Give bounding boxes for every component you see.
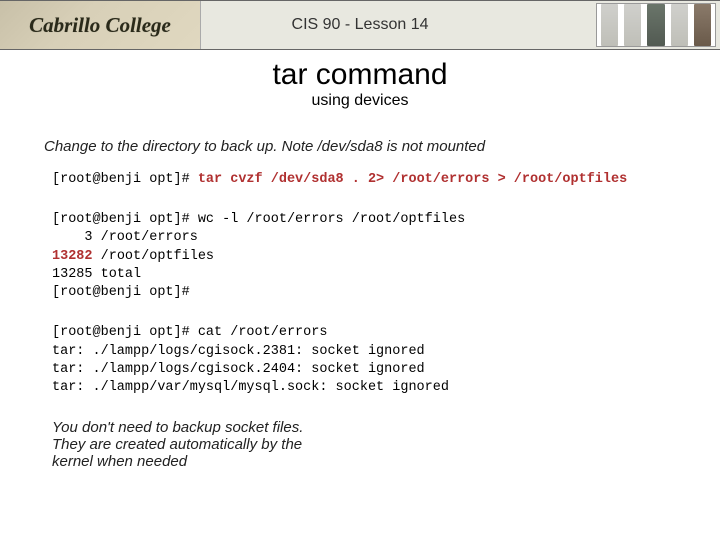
pillar-icon — [624, 4, 641, 46]
closing-note: You don't need to backup socket files. T… — [52, 419, 412, 470]
highlighted-count: 13282 — [52, 249, 93, 264]
pillar-icon — [647, 4, 664, 46]
slide-title: tar command — [22, 58, 698, 92]
term-line: 3 /root/errors — [52, 230, 198, 245]
term-line: [root@benji opt]# wc -l /root/errors /ro… — [52, 212, 465, 227]
term-line: tar: ./lampp/logs/cgisock.2404: socket i… — [52, 362, 425, 377]
tar-command: tar cvzf /dev/sda8 . 2> /root/errors > /… — [198, 172, 627, 187]
closing-note-line: They are created automatically by the — [52, 436, 302, 453]
intro-note: Change to the directory to back up. Note… — [44, 138, 676, 155]
terminal-block-3: [root@benji opt]# cat /root/errors tar: … — [52, 324, 698, 397]
slide-header: Cabrillo College CIS 90 - Lesson 14 — [0, 0, 720, 50]
slide-content: tar command using devices Change to the … — [0, 58, 720, 470]
pillar-icon — [601, 4, 618, 46]
closing-note-line: You don't need to backup socket files. — [52, 419, 303, 436]
term-line: [root@benji opt]# — [52, 285, 190, 300]
pillar-icon — [694, 4, 711, 46]
pillar-icon — [671, 4, 688, 46]
term-line: /root/optfiles — [93, 249, 215, 264]
shell-prompt: [root@benji opt]# — [52, 172, 198, 187]
term-line: [root@benji opt]# cat /root/errors — [52, 325, 327, 340]
header-photo — [596, 3, 716, 47]
college-logo-text: Cabrillo College — [29, 13, 171, 38]
terminal-block-1: [root@benji opt]# tar cvzf /dev/sda8 . 2… — [52, 171, 698, 189]
closing-note-line: kernel when needed — [52, 453, 187, 470]
slide-subtitle: using devices — [22, 92, 698, 110]
term-line: tar: ./lampp/logs/cgisock.2381: socket i… — [52, 344, 425, 359]
terminal-block-2: [root@benji opt]# wc -l /root/errors /ro… — [52, 211, 698, 302]
term-line: 13285 total — [52, 267, 141, 282]
term-line: tar: ./lampp/var/mysql/mysql.sock: socke… — [52, 380, 449, 395]
college-logo: Cabrillo College — [0, 1, 201, 49]
